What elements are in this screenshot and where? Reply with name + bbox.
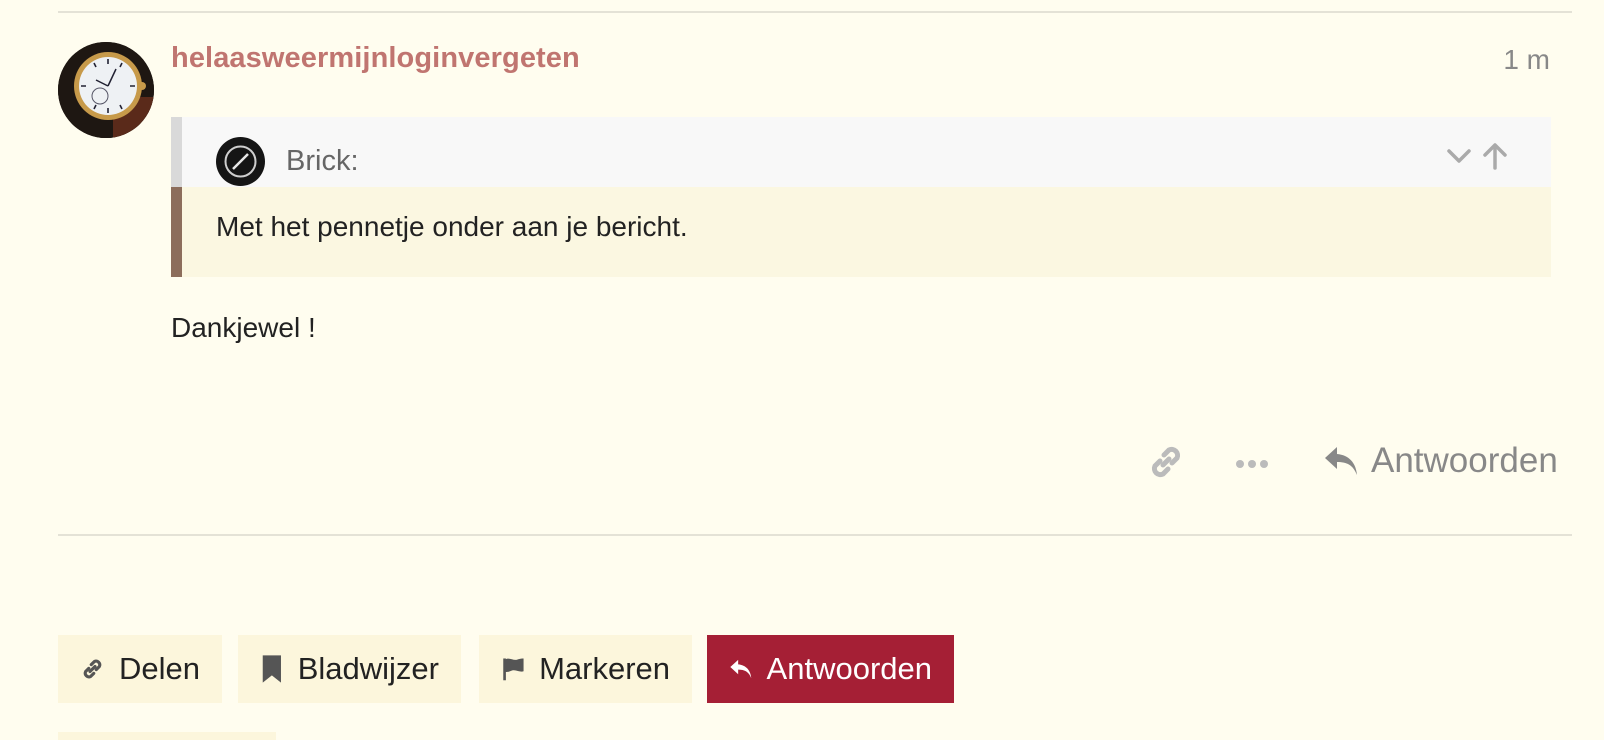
- post-reply-label: Antwoorden: [1371, 441, 1558, 480]
- link-icon: [83, 659, 102, 679]
- flag-icon: [503, 658, 524, 681]
- post-time[interactable]: 1 m: [1503, 44, 1550, 76]
- reply-label: Antwoorden: [766, 651, 932, 686]
- share-button[interactable]: Delen: [58, 635, 222, 703]
- quote-author-name[interactable]: Brick:: [286, 145, 359, 178]
- chevron-down-icon[interactable]: [1444, 141, 1474, 171]
- post-body: Dankjewel !: [171, 312, 316, 343]
- bookmark-label: Bladwijzer: [297, 651, 439, 686]
- bookmark-button[interactable]: Bladwijzer: [238, 635, 461, 703]
- more-options-icon[interactable]: [1232, 444, 1272, 484]
- quote-text: Met het pennetje onder aan je bericht.: [216, 211, 688, 242]
- reply-icon: [730, 659, 752, 679]
- arrow-up-icon[interactable]: [1480, 141, 1510, 171]
- partial-button[interactable]: [58, 732, 276, 740]
- top-divider: [58, 11, 1572, 13]
- watch-avatar-image: [58, 42, 154, 138]
- share-label: Delen: [119, 651, 200, 686]
- link-icon[interactable]: [1146, 442, 1186, 482]
- bookmark-icon: [262, 655, 281, 683]
- reply-button[interactable]: Antwoorden: [707, 635, 954, 703]
- flag-button[interactable]: Markeren: [479, 635, 692, 703]
- compass-avatar-image: [216, 137, 265, 186]
- post-reply-button[interactable]: Antwoorden: [1323, 438, 1558, 484]
- post-divider: [58, 534, 1572, 536]
- quote-header: Brick:: [171, 117, 1551, 187]
- reply-icon: [1325, 447, 1357, 475]
- user-avatar[interactable]: [58, 42, 154, 138]
- post-username[interactable]: helaasweermijnloginvergeten: [171, 42, 580, 75]
- flag-label: Markeren: [539, 651, 670, 686]
- quote-block: Brick: Met het pennetje onder aan je ber…: [171, 117, 1551, 277]
- quote-author-avatar[interactable]: [216, 137, 265, 186]
- quote-body: Met het pennetje onder aan je bericht.: [171, 187, 1551, 277]
